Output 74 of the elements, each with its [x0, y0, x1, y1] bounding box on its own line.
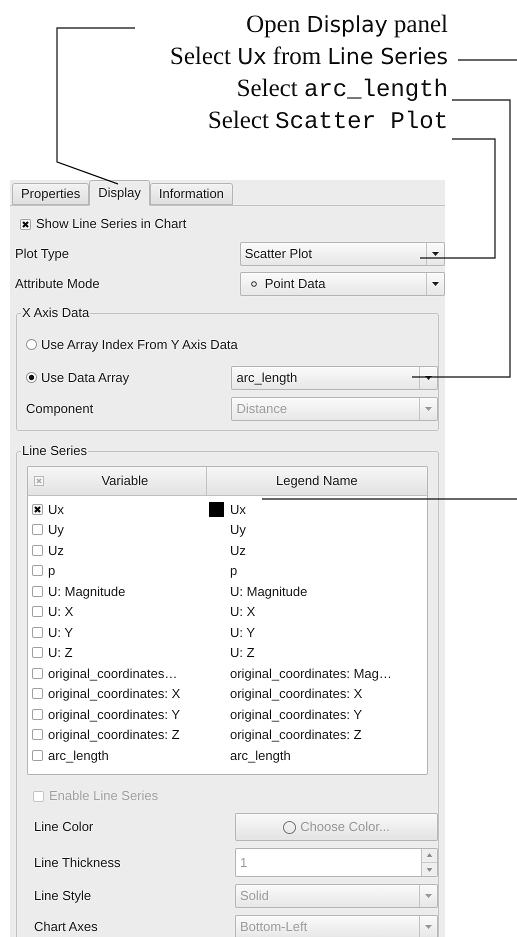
- checkbox[interactable]: [32, 524, 43, 536]
- variable-name: U: X: [48, 603, 74, 621]
- variable-name: Uy: [48, 521, 64, 539]
- callout-text: Open Display panel: [246, 10, 448, 40]
- legend-name: U: X: [230, 603, 256, 621]
- legend-name: original_coordinates: Mag…: [230, 664, 392, 683]
- dropdown-field[interactable]: arc_length: [231, 366, 438, 390]
- field-label: Component: [26, 400, 94, 418]
- dropdown-arrow-icon: [425, 894, 432, 898]
- legend-name: U: Magnitude: [230, 582, 308, 601]
- field-label: Line Style: [34, 887, 92, 906]
- legend-name: U: Z: [230, 644, 255, 662]
- variable-name: U: Magnitude: [48, 582, 126, 601]
- tab[interactable]: Properties: [12, 183, 90, 205]
- checkbox[interactable]: [32, 688, 43, 700]
- legend-name: Ux: [230, 500, 246, 518]
- variable-name: p: [48, 562, 56, 580]
- legend-name: Uy: [230, 521, 246, 539]
- variable-name: original_coordinates…: [48, 664, 178, 683]
- checkbox[interactable]: [32, 565, 43, 576]
- point-icon: [250, 281, 257, 287]
- checkbox-label: Show Line Series in Chart: [36, 215, 186, 234]
- variable-name: original_coordinates: X: [48, 685, 180, 703]
- checked-checkbox[interactable]: [32, 504, 43, 515]
- checkbox-label: Enable Line Series: [49, 787, 158, 806]
- checkbox[interactable]: [32, 586, 43, 597]
- dropdown-arrow-icon: [432, 282, 439, 286]
- radio-button[interactable]: [26, 372, 37, 383]
- legend-name: original_coordinates: Z: [230, 726, 362, 744]
- legend-name: p: [230, 562, 238, 580]
- callout-text: Select Scatter Plot: [208, 106, 448, 138]
- dropdown-field[interactable]: Point Data: [240, 272, 445, 296]
- leader-line: [458, 59, 517, 61]
- field-label: Line Thickness: [34, 854, 122, 872]
- variable-name: original_coordinates: Z: [48, 726, 180, 744]
- variable-name: U: Y: [48, 624, 74, 642]
- field-label: Plot Type: [15, 244, 70, 263]
- legend-name: U: Y: [230, 624, 256, 642]
- variable-name: U: Z: [48, 644, 73, 662]
- legend-name: arc_length: [230, 746, 291, 765]
- field-label: Attribute Mode: [15, 275, 101, 294]
- dropdown-field[interactable]: Scatter Plot: [240, 242, 445, 266]
- dropdown-arrow-icon: [425, 376, 432, 380]
- checkbox[interactable]: [32, 626, 43, 638]
- radio-label: Use Array Index From Y Axis Data: [41, 336, 238, 354]
- checkbox[interactable]: [32, 606, 43, 618]
- dropdown-arrow-icon: [432, 252, 439, 256]
- legend-name: original_coordinates: Y: [230, 706, 362, 724]
- checkbox[interactable]: [32, 708, 43, 720]
- checkbox[interactable]: [32, 729, 43, 740]
- tab[interactable]: Information: [150, 183, 233, 205]
- radio-label: Use Data Array: [41, 368, 130, 387]
- checkbox[interactable]: [32, 544, 43, 556]
- variable-name: Ux: [48, 500, 64, 518]
- field-label: Line Color: [34, 818, 94, 836]
- variable-name: original_coordinates: Y: [48, 706, 180, 724]
- dropdown-arrow-icon: [425, 925, 432, 929]
- callout-text: Select Ux from Line Series: [170, 42, 448, 72]
- checked-checkbox[interactable]: [20, 218, 31, 230]
- tab[interactable]: Display: [89, 180, 150, 206]
- callout-text: Select arc_length: [236, 74, 448, 106]
- checkbox[interactable]: [32, 647, 43, 658]
- variable-name: arc_length: [48, 746, 109, 765]
- variable-name: Uz: [48, 542, 64, 560]
- field-label: Chart Axes: [34, 918, 99, 936]
- legend-name: original_coordinates: X: [230, 685, 362, 703]
- legend-name: Uz: [230, 542, 246, 560]
- column-header[interactable]: Legend Name: [206, 467, 427, 496]
- checkbox[interactable]: [32, 668, 43, 679]
- dropdown-arrow-icon: [425, 407, 432, 411]
- checkbox[interactable]: [32, 750, 43, 761]
- column-header[interactable]: Variable: [28, 467, 207, 496]
- radio-button[interactable]: [26, 339, 37, 350]
- color-swatch-icon: [283, 820, 296, 834]
